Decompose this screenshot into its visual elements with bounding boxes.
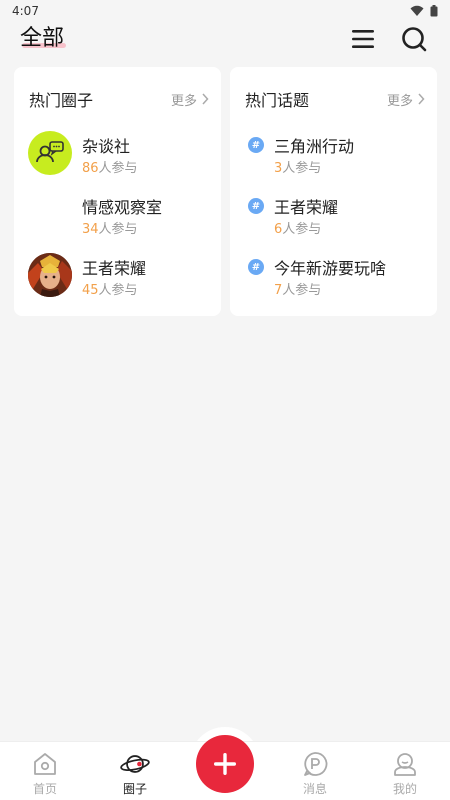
tab-circles[interactable]: 圈子 bbox=[90, 742, 180, 800]
status-time: 4:07 bbox=[12, 4, 39, 18]
hashtag-icon: # bbox=[248, 198, 264, 214]
battery-icon bbox=[430, 5, 438, 17]
topic-participants: 3人参与 bbox=[274, 157, 321, 176]
topic-item-xinyou[interactable]: # 今年新游要玩啥 7人参与 bbox=[246, 251, 427, 299]
status-icons bbox=[410, 5, 438, 17]
game-avatar-icon bbox=[28, 253, 72, 297]
topic-participants: 6人参与 bbox=[274, 218, 321, 237]
hot-topics-card: 热门话题 更多 # 三角洲行动 3人参与 # 王者荣耀 6人参与 # 今年新游要… bbox=[230, 67, 437, 316]
search-button[interactable] bbox=[399, 24, 429, 54]
hot-circles-more-link[interactable]: 更多 bbox=[171, 90, 209, 109]
circle-participants: 34人参与 bbox=[82, 218, 138, 237]
more-label: 更多 bbox=[170, 93, 197, 109]
hot-circles-title: 热门圈子 bbox=[29, 91, 94, 110]
participant-count: 34 bbox=[82, 222, 99, 237]
home-icon bbox=[34, 753, 56, 775]
chat-people-icon bbox=[28, 131, 72, 175]
circle-participants: 86人参与 bbox=[82, 157, 138, 176]
circle-item-wangzhe[interactable]: 王者荣耀 45人参与 bbox=[28, 251, 211, 299]
hot-circles-header: 热门圈子 更多 bbox=[29, 87, 209, 111]
header: 全部 bbox=[0, 20, 450, 60]
tab-label: 我的 bbox=[392, 782, 417, 796]
topic-name: 三角洲行动 bbox=[274, 137, 355, 156]
topic-item-sanjiaozhou[interactable]: # 三角洲行动 3人参与 bbox=[246, 129, 427, 177]
topic-participants: 7人参与 bbox=[274, 279, 321, 298]
tab-home[interactable]: 首页 bbox=[0, 742, 90, 800]
hot-topics-title: 热门话题 bbox=[245, 91, 310, 110]
plus-icon bbox=[214, 753, 236, 775]
wifi-icon bbox=[410, 5, 424, 16]
hot-circles-card: 热门圈子 更多 杂谈社 86人参与 情感观察室 34人参与 王者荣耀 45人参与 bbox=[14, 67, 221, 316]
chevron-right-icon bbox=[202, 93, 209, 105]
circle-name: 王者荣耀 bbox=[82, 259, 147, 278]
participant-suffix: 人参与 bbox=[98, 283, 138, 298]
topic-name: 今年新游要玩啥 bbox=[274, 259, 387, 278]
menu-icon bbox=[352, 30, 374, 48]
tab-label: 首页 bbox=[32, 782, 57, 796]
circle-item-qinggan[interactable]: 情感观察室 34人参与 bbox=[28, 190, 211, 238]
tab-label: 消息 bbox=[302, 782, 327, 796]
circle-item-zatan[interactable]: 杂谈社 86人参与 bbox=[28, 129, 211, 177]
participant-suffix: 人参与 bbox=[282, 283, 322, 298]
participant-count: 86 bbox=[82, 161, 99, 176]
page-title: 全部 bbox=[20, 26, 65, 51]
search-icon bbox=[402, 27, 427, 52]
hashtag-icon: # bbox=[248, 137, 264, 153]
tab-profile[interactable]: 我的 bbox=[360, 742, 450, 800]
tab-label: 圈子 bbox=[122, 782, 147, 796]
hot-topics-more-link[interactable]: 更多 bbox=[387, 90, 425, 109]
message-icon bbox=[304, 752, 328, 776]
tab-messages[interactable]: 消息 bbox=[270, 742, 360, 800]
profile-icon bbox=[394, 753, 416, 776]
planet-icon bbox=[120, 755, 150, 773]
participant-suffix: 人参与 bbox=[282, 161, 322, 176]
more-label: 更多 bbox=[386, 93, 413, 109]
participant-suffix: 人参与 bbox=[98, 222, 138, 237]
participant-suffix: 人参与 bbox=[282, 222, 322, 237]
chevron-right-icon bbox=[418, 93, 425, 105]
status-bar: 4:07 bbox=[0, 0, 450, 22]
topic-item-wangzhe[interactable]: # 王者荣耀 6人参与 bbox=[246, 190, 427, 238]
menu-button[interactable] bbox=[348, 24, 378, 54]
hashtag-icon: # bbox=[248, 259, 264, 275]
circle-name: 情感观察室 bbox=[82, 198, 163, 217]
circle-name: 杂谈社 bbox=[82, 137, 131, 156]
participant-count: 45 bbox=[82, 283, 99, 298]
hot-topics-header: 热门话题 更多 bbox=[245, 87, 425, 111]
create-post-button[interactable] bbox=[196, 735, 254, 793]
participant-suffix: 人参与 bbox=[98, 161, 138, 176]
topic-name: 王者荣耀 bbox=[274, 198, 339, 217]
circle-participants: 45人参与 bbox=[82, 279, 138, 298]
